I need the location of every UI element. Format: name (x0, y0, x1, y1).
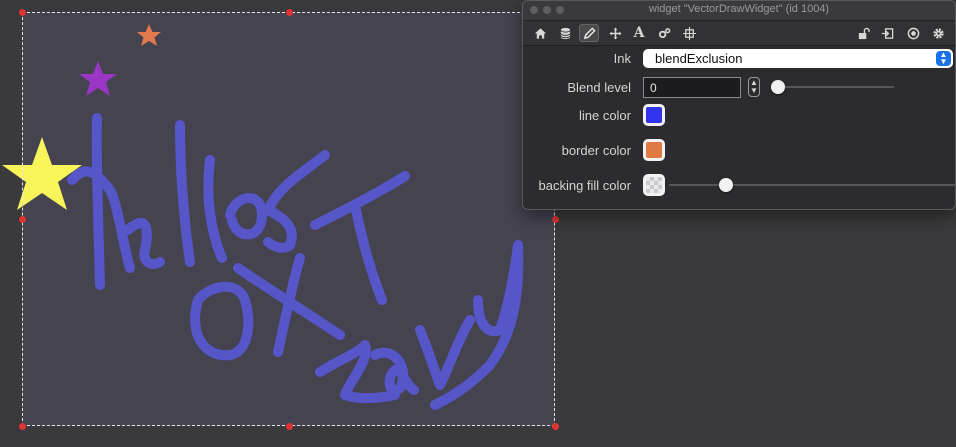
resize-handle-top-left[interactable] (18, 8, 26, 16)
line-color-row: line color (523, 104, 955, 126)
ink-select[interactable]: blendExclusion ▲ ▼ (643, 49, 953, 68)
text-icon[interactable]: A (629, 24, 649, 42)
inspector-toolbar: A (523, 21, 955, 46)
backing-fill-slider-knob[interactable] (719, 178, 734, 192)
blend-level-row: Blend level ▲▼ (523, 76, 955, 98)
stroke-v (415, 315, 475, 390)
unlock-icon[interactable] (853, 24, 873, 42)
line-color-label: line color (578, 108, 631, 123)
resize-handle-bottom-left[interactable] (18, 422, 26, 430)
handwriting-strokes (67, 113, 524, 410)
stroke-l1 (175, 120, 195, 267)
backing-fill-label: backing fill color (538, 178, 632, 193)
inspector-window: widget "VectorDrawWidget" (id 1004) A In… (522, 0, 956, 210)
stroke-a (370, 347, 419, 396)
backing-fill-row: backing fill color (523, 174, 955, 196)
blend-level-slider-track[interactable] (778, 86, 894, 88)
border-color-well[interactable] (643, 139, 665, 161)
stroke-h-1 (91, 113, 105, 290)
line-color-well[interactable] (643, 104, 665, 126)
database-icon[interactable] (555, 24, 575, 42)
star-purple (79, 61, 117, 96)
blend-level-stepper[interactable]: ▲ ▼ (748, 77, 760, 97)
line-color-swatch (646, 107, 662, 123)
pencil-icon[interactable] (579, 24, 599, 42)
blend-level-label: Blend level (567, 80, 631, 95)
resize-icon[interactable] (679, 24, 699, 42)
stroke-s (263, 150, 330, 253)
stroke-y (430, 240, 524, 410)
ink-label: Ink (613, 51, 631, 66)
backing-fill-slider-track[interactable] (669, 184, 955, 186)
blend-level-slider-knob[interactable] (771, 80, 785, 94)
resize-handle-top[interactable] (285, 8, 293, 16)
title-bar[interactable]: widget "VectorDrawWidget" (id 1004) (523, 1, 955, 21)
border-color-swatch (646, 142, 662, 158)
stroke-o (225, 193, 267, 240)
ink-row: Ink blendExclusion ▲ ▼ (523, 47, 955, 69)
stroke-o2 (190, 281, 254, 361)
star-orange (137, 24, 161, 46)
gear-icon[interactable] (928, 24, 948, 42)
star-yellow (2, 137, 82, 210)
backing-fill-color-well[interactable] (643, 174, 665, 196)
window-title: widget "VectorDrawWidget" (id 1004) (648, 3, 830, 15)
transparent-checker-swatch (646, 177, 662, 193)
home-icon[interactable] (530, 24, 550, 42)
target-icon[interactable] (903, 24, 923, 42)
stroke-l2 (203, 155, 227, 263)
export-icon[interactable] (877, 24, 897, 42)
ink-selected-value: blendExclusion (655, 51, 743, 66)
border-color-label: border color (561, 143, 631, 158)
resize-handle-bottom-right[interactable] (551, 422, 559, 430)
blend-level-input[interactable] (643, 77, 741, 98)
gears-icon[interactable] (654, 24, 674, 42)
chevron-updown-icon: ▲ ▼ (936, 51, 951, 66)
resize-handle-bottom[interactable] (285, 422, 293, 430)
stroke-t-stem (350, 200, 387, 305)
resize-handle-right[interactable] (551, 215, 559, 223)
resize-handle-left[interactable] (18, 215, 26, 223)
move-icon[interactable] (605, 24, 625, 42)
border-color-row: border color (523, 139, 955, 161)
stroke-e (123, 218, 165, 270)
